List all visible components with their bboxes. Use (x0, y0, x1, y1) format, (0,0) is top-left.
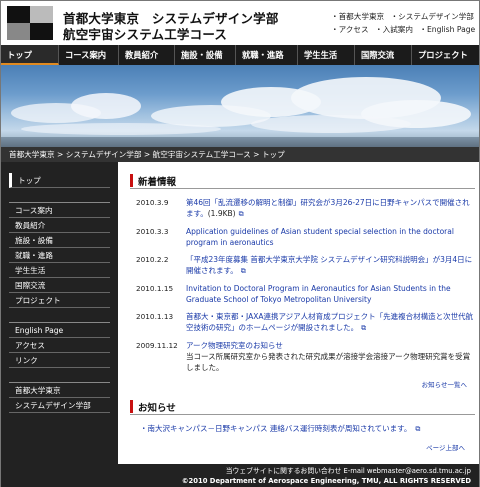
news-item: 2010.1.15 Invitation to Doctoral Program… (136, 283, 475, 305)
news-date: 2010.2.2 (136, 255, 169, 264)
news-item: 2010.1.13 首都大・東京都・JAXA連携アジア人材育成プロジェクト「先進… (136, 311, 475, 334)
nav-project[interactable]: プロジェクト (412, 45, 479, 65)
util-link-access[interactable]: ・アクセス (331, 25, 369, 34)
news-link[interactable]: Invitation to Doctoral Program in Aerona… (186, 284, 451, 304)
sidebar-item-faculty[interactable]: 教員紹介 (9, 218, 110, 233)
news-link[interactable]: Application guidelines of Asian student … (186, 227, 454, 247)
footer: 当ウェブサイトに関するお問い合わせ E-mail webmaster@aero.… (1, 464, 479, 487)
page: 首都大学東京 システムデザイン学部 航空宇宙システム工学コース ・首都大学東京 … (0, 0, 480, 487)
footer-contact: 当ウェブサイトに関するお問い合わせ E-mail webmaster@aero.… (225, 467, 471, 475)
news-section-header: 新着情報 (130, 173, 475, 189)
news-date: 2010.3.3 (136, 227, 169, 236)
breadcrumb[interactable]: 首都大学東京 > システムデザイン学部 > 航空宇宙システム工学コース > トッ… (1, 147, 479, 162)
sidebar-item-student-life[interactable]: 学生生活 (9, 263, 110, 278)
site-title-line2: 航空宇宙システム工学コース (63, 27, 228, 42)
sidebar-item-links[interactable]: リンク (9, 353, 110, 368)
header: 首都大学東京 システムデザイン学部 航空宇宙システム工学コース ・首都大学東京 … (1, 1, 479, 45)
sidebar-item-international[interactable]: 国際交流 (9, 278, 110, 293)
nav-international[interactable]: 国際交流 (355, 45, 412, 65)
util-link-sd[interactable]: ・システムデザイン学部 (391, 12, 474, 21)
external-link-icon: ⧉ (361, 324, 367, 332)
news-item: 2010.3.3 Application guidelines of Asian… (136, 226, 475, 248)
external-link-icon: ⧉ (415, 425, 421, 433)
sidebar-item-facilities[interactable]: 施設・設備 (9, 233, 110, 248)
main-nav: トップ コース案内 教員紹介 施設・設備 就職・進路 学生生活 国際交流 プロジ… (1, 45, 479, 65)
sidebar: トップ コース案内 教員紹介 施設・設備 就職・進路 学生生活 国際交流 プロジ… (1, 162, 118, 464)
sidebar-group-top: トップ (9, 173, 110, 188)
sky-banner-image (1, 65, 479, 147)
external-link-icon: ⧉ (238, 210, 244, 218)
news-description: 当コース所属研究室から発表された研究成果が溶接学会溶接アーク物理研究賞を受賞しま… (186, 352, 471, 372)
external-link-icon: ⧉ (240, 267, 246, 275)
news-item: 2009.11.12 アーク物理研究室のお知らせ当コース所属研究室から発表された… (136, 340, 475, 373)
heading-accent-bar (130, 174, 133, 187)
news-item: 2010.2.2 「平成23年度募集 首都大学東京大学院 システムデザイン研究科… (136, 254, 475, 277)
news-link[interactable]: 「平成23年度募集 首都大学東京大学院 システムデザイン研究科説明会」が3月4日… (186, 255, 472, 275)
news-date: 2010.1.15 (136, 284, 174, 293)
nav-career[interactable]: 就職・進路 (236, 45, 298, 65)
sidebar-item-english[interactable]: English Page (9, 323, 110, 338)
utility-links: ・首都大学東京 ・システムデザイン学部 ・アクセス ・入試案内 ・English… (331, 10, 477, 36)
news-date: 2010.1.13 (136, 312, 174, 321)
sidebar-item-tmu[interactable]: 首都大学東京 (9, 383, 110, 398)
news-more-link[interactable]: お知らせ一覧へ (130, 379, 467, 389)
sidebar-item-access[interactable]: アクセス (9, 338, 110, 353)
nav-course[interactable]: コース案内 (59, 45, 119, 65)
notice-section-header: お知らせ (130, 399, 475, 415)
nav-faculty[interactable]: 教員紹介 (119, 45, 175, 65)
nav-top[interactable]: トップ (1, 45, 59, 65)
heading-accent-bar (130, 400, 133, 413)
nav-facilities[interactable]: 施設・設備 (175, 45, 236, 65)
sidebar-item-project[interactable]: プロジェクト (9, 293, 110, 308)
logo[interactable] (7, 6, 53, 40)
nav-student-life[interactable]: 学生生活 (298, 45, 355, 65)
sidebar-item-course[interactable]: コース案内 (9, 203, 110, 218)
main-content: 新着情報 2010.3.9 第46回「乱流遷移の解明と制御」研究会が3月26-2… (130, 173, 475, 452)
file-size: (1.9KB) (207, 209, 236, 218)
sidebar-group-links: English Page アクセス リンク (9, 322, 110, 368)
page-top-link[interactable]: ページ上部へ (130, 442, 465, 452)
sidebar-item-career[interactable]: 就職・進路 (9, 248, 110, 263)
news-item: 2010.3.9 第46回「乱流遷移の解明と制御」研究会が3月26-27日に日野… (136, 197, 475, 220)
news-date: 2010.3.9 (136, 198, 169, 207)
notice-link[interactable]: ・南大沢キャンパス－日野キャンパス 連絡バス運行時刻表が周知されています。 (140, 424, 411, 433)
footer-copyright: ©2010 Department of Aerospace Engineerin… (181, 477, 471, 485)
sidebar-item-system-design[interactable]: システムデザイン学部 (9, 398, 110, 413)
util-link-tmu[interactable]: ・首都大学東京 (331, 12, 384, 21)
news-link[interactable]: 首都大・東京都・JAXA連携アジア人材育成プロジェクト「先進複合材構造と次世代航… (186, 312, 473, 332)
news-date: 2009.11.12 (136, 341, 178, 350)
news-link[interactable]: アーク物理研究室のお知らせ (186, 341, 283, 350)
sidebar-group-main: コース案内 教員紹介 施設・設備 就職・進路 学生生活 国際交流 プロジェクト (9, 202, 110, 308)
news-heading: 新着情報 (138, 176, 177, 188)
sidebar-item-top[interactable]: トップ (9, 173, 110, 188)
util-link-admission[interactable]: ・入試案内 (375, 25, 413, 34)
notice-item: ・南大沢キャンパス－日野キャンパス 連絡バス運行時刻表が周知されています。 ⧉ (140, 423, 475, 434)
util-link-english[interactable]: ・English Page (419, 25, 475, 34)
sidebar-group-external: 首都大学東京 システムデザイン学部 (9, 382, 110, 413)
notice-heading: お知らせ (138, 402, 176, 414)
